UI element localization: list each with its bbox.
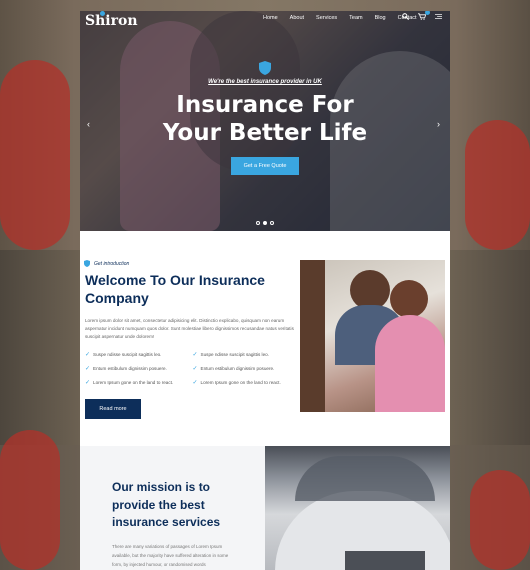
hero-tagline: We're the best insurance provider in UK xyxy=(208,79,322,85)
slider-dot[interactable] xyxy=(270,221,274,225)
feature-checklist: ✓ Suspe ndisse suscipit sagittis leo. ✓ Su… xyxy=(85,351,295,386)
check-item: ✓ Suspe ndisse suscipit sagittis leo. xyxy=(85,351,188,358)
check-icon: ✓ xyxy=(192,380,198,386)
photo-shape xyxy=(350,270,390,310)
mission-title: Our mission is to provide the best insur… xyxy=(112,480,221,529)
chevron-right-icon[interactable]: › xyxy=(437,119,440,129)
check-item: ✓ Suspe ndisse suscipit sagittis leo. xyxy=(193,351,296,358)
welcome-title: Welcome To Our Insurance Company xyxy=(85,272,265,306)
welcome-text: Lorem ipsum dolor sit amet, consectetur … xyxy=(85,318,294,339)
check-item-label: Lorem Ipsum gone on the land to react. xyxy=(93,380,174,385)
check-item: ✓ Lorem Ipsum gone on the land to react. xyxy=(193,379,296,386)
check-item-label: Suspe ndisse suscipit sagittis leo. xyxy=(93,352,162,357)
menu-toggle-icon[interactable] xyxy=(435,13,442,22)
top-navigation: Shiron Home About Services Team Blog Con… xyxy=(80,11,450,41)
check-icon: ✓ xyxy=(192,366,198,372)
check-item-label: Entum estibulum dignissim posuere. xyxy=(200,366,275,371)
backdrop-shape xyxy=(465,120,530,250)
menu-item-blog[interactable]: Blog xyxy=(375,15,386,21)
check-item: ✓ Lorem Ipsum gone on the land to react. xyxy=(85,379,188,386)
photo-shape xyxy=(295,456,435,501)
photo-shape xyxy=(375,315,445,412)
hero-title-line: Insurance For xyxy=(176,92,354,118)
check-icon: ✓ xyxy=(85,366,91,372)
hero-title: Insurance For Your Better Life xyxy=(80,91,450,147)
site-logo[interactable]: Shiron xyxy=(85,11,138,29)
shield-icon xyxy=(259,61,271,75)
check-item: ✓ Entum estibulum dignissim posuere. xyxy=(85,365,188,372)
section-label: Get introduction xyxy=(84,260,129,267)
slider-dots xyxy=(256,221,274,225)
backdrop-shape xyxy=(470,470,530,570)
welcome-photo xyxy=(300,260,445,412)
cart-icon[interactable] xyxy=(418,11,430,22)
slider-dot-active[interactable] xyxy=(263,221,267,225)
check-item-label: Suspe ndisse suscipit sagittis leo. xyxy=(200,352,269,357)
menu-item-services[interactable]: Services xyxy=(316,15,337,21)
check-item: ✓ Entum estibulum dignissim posuere. xyxy=(193,365,296,372)
shield-icon xyxy=(84,260,90,267)
check-item-label: Lorem Ipsum gone on the land to react. xyxy=(200,380,281,385)
photo-shape xyxy=(300,260,325,412)
chevron-left-icon[interactable]: ‹ xyxy=(87,119,90,129)
mission-text: There are many variations of passages of… xyxy=(112,544,229,567)
main-menu: Home About Services Team Blog Contact xyxy=(263,15,417,21)
menu-item-team[interactable]: Team xyxy=(349,15,362,21)
photo-shape xyxy=(345,551,425,570)
section-label-text: Get introduction xyxy=(94,260,130,267)
nav-icons xyxy=(402,11,442,22)
backdrop-shape xyxy=(0,60,70,250)
slider-dot[interactable] xyxy=(256,221,260,225)
search-icon[interactable] xyxy=(402,13,410,22)
logo-text: Shiron xyxy=(85,13,138,29)
car-photo xyxy=(265,446,450,570)
cart-badge xyxy=(425,11,430,15)
read-more-button[interactable]: Read more xyxy=(85,399,141,419)
logo-dot xyxy=(100,11,105,16)
check-icon: ✓ xyxy=(85,380,91,386)
menu-item-about[interactable]: About xyxy=(290,15,304,21)
website-page: Shiron Home About Services Team Blog Con… xyxy=(80,11,450,570)
check-icon: ✓ xyxy=(85,352,91,358)
check-item-label: Entum estibulum dignissim posuere. xyxy=(93,366,167,371)
hero-content: We're the best insurance provider in UK … xyxy=(80,61,450,175)
hero-title-line: Your Better Life xyxy=(162,120,368,146)
backdrop-shape xyxy=(0,430,60,570)
check-icon: ✓ xyxy=(192,352,198,358)
get-quote-button[interactable]: Get a Free Quote xyxy=(230,157,300,175)
menu-item-home[interactable]: Home xyxy=(263,15,278,21)
photo-shape xyxy=(390,280,428,318)
